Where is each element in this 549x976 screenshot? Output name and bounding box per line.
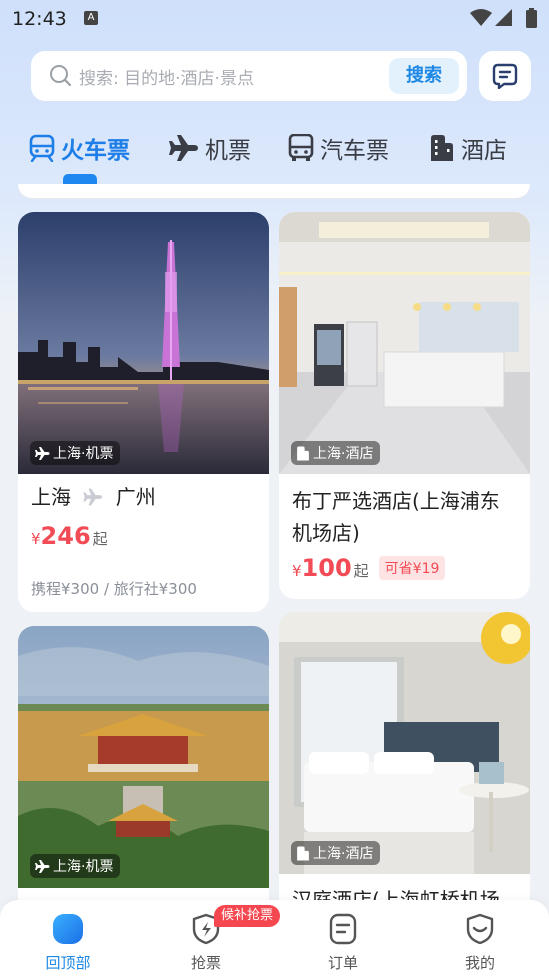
nav-label: 我的 <box>464 954 495 972</box>
signal-icon <box>495 9 512 26</box>
active-tab-indicator <box>63 174 97 184</box>
price-suffix: 起 <box>92 530 108 548</box>
price-value: 246 <box>40 522 91 550</box>
nav-orders[interactable]: 订单 <box>293 912 393 973</box>
nav-label: 抢票 <box>190 954 221 972</box>
guangzhou-tower-image <box>18 212 269 474</box>
price-currency: ¥ <box>292 562 302 580</box>
plane-icon <box>35 446 50 460</box>
price-currency: ¥ <box>31 530 41 548</box>
price: ¥ 246 起 <box>31 522 108 550</box>
price-comparison: 携程¥300 / 旅行社¥300 <box>31 580 197 598</box>
tab-flight-label: 机票 <box>205 138 251 164</box>
tab-bus[interactable]: 汽车票 <box>288 126 389 170</box>
location-badge: 上海·机票 <box>30 854 121 878</box>
price-value: 100 <box>301 554 352 582</box>
nav-label: 订单 <box>327 954 358 972</box>
hotel-lobby-image <box>279 212 530 474</box>
search-bar[interactable]: 搜索: 目的地·酒店·景点 搜索 <box>31 51 467 101</box>
location-badge: 上海·酒店 <box>291 841 381 865</box>
hotel-name: 布丁严选酒店(上海浦东机场店) <box>292 489 500 545</box>
waitlist-badge: 候补抢票 <box>214 905 281 927</box>
route-title: 上海 广州 <box>31 481 156 513</box>
hotel-icon <box>431 135 453 161</box>
train-icon <box>29 134 55 162</box>
nav-label: 回顶部 <box>45 954 91 972</box>
hotel-room-image <box>279 612 530 874</box>
tab-hotel-label: 酒店 <box>461 138 507 164</box>
hotel-icon <box>297 446 309 460</box>
nav-profile[interactable]: 我的 <box>430 912 530 973</box>
price: ¥ 100 起 可省¥19 <box>292 554 446 582</box>
tab-train[interactable]: 火车票 <box>29 126 130 170</box>
badge-text: 上海·酒店 <box>313 446 374 462</box>
tab-bus-label: 汽车票 <box>320 138 389 164</box>
deal-card-flight-beijing[interactable]: 上海·机票 <box>18 626 269 916</box>
wifi-icon <box>470 9 492 26</box>
badge-text: 上海·机票 <box>53 859 114 875</box>
deal-card-hotel-hanting[interactable]: 上海·酒店 汉庭酒店(上海虹桥机场 <box>279 612 530 916</box>
plane-icon <box>35 859 50 873</box>
search-icon <box>50 65 72 87</box>
tab-hotel[interactable]: 酒店 <box>429 126 507 170</box>
savings-badge: 可省¥19 <box>378 556 446 580</box>
hotel-icon <box>297 846 309 860</box>
collapsed-panel <box>18 184 530 198</box>
badge-text: 上海·酒店 <box>313 846 374 862</box>
badge-text: 上海·机票 <box>53 446 114 462</box>
battery-icon <box>526 8 537 28</box>
route-to: 广州 <box>115 485 156 509</box>
route-plane-icon <box>83 488 103 506</box>
deal-card-hotel-pudding[interactable]: 上海·酒店 布丁严选酒店(上海浦东机场店) ¥ 100 起 可省¥19 <box>279 212 530 599</box>
search-placeholder[interactable]: 搜索: 目的地·酒店·景点 <box>79 64 254 89</box>
plane-icon <box>169 135 198 161</box>
orders-icon <box>329 913 357 945</box>
bus-icon <box>288 134 314 161</box>
nav-back-to-top[interactable]: 回顶部 <box>18 912 118 973</box>
deal-card-flight-guangzhou[interactable]: 上海·机票 上海 广州 ¥ 246 起 携程¥300 / 旅行社¥300 <box>18 212 269 612</box>
search-button[interactable]: 搜索 <box>389 58 459 94</box>
price-suffix: 起 <box>353 562 369 580</box>
tab-flight[interactable]: 机票 <box>169 126 251 170</box>
profile-shield-icon <box>466 913 494 945</box>
message-icon <box>492 63 518 89</box>
status-bar: 12:43 A <box>0 0 549 36</box>
notification-a-icon: A <box>84 11 98 25</box>
back-to-top-icon <box>53 914 83 944</box>
status-time: 12:43 <box>12 8 67 30</box>
location-badge: 上海·机票 <box>30 441 121 465</box>
location-badge: 上海·酒店 <box>291 441 381 465</box>
forbidden-city-image <box>18 626 269 888</box>
message-button[interactable] <box>479 51 531 101</box>
route-from: 上海 <box>31 485 71 509</box>
tab-train-label: 火车票 <box>61 138 130 164</box>
